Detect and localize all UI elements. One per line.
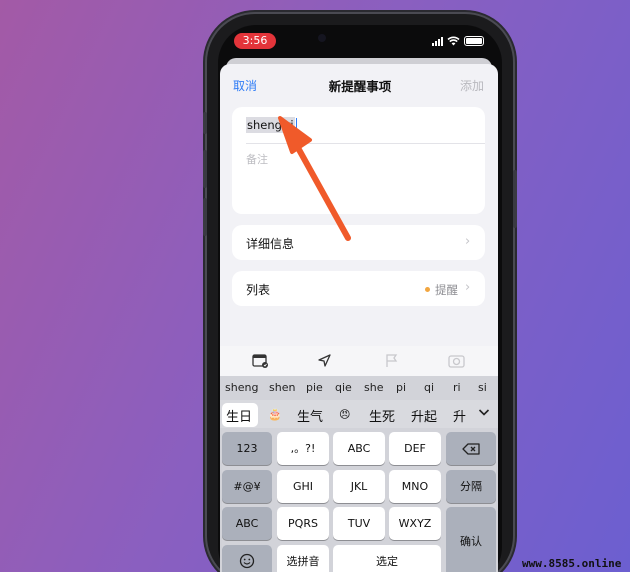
split-key[interactable]: 分隔 — [446, 470, 496, 503]
backspace-icon — [462, 443, 480, 455]
status-icons — [432, 36, 484, 46]
confirm-key[interactable]: 确认 — [446, 507, 496, 572]
mno-key[interactable]: MNO — [389, 470, 441, 503]
location-icon[interactable] — [317, 353, 332, 368]
pinyin-option[interactable]: qie — [335, 381, 352, 394]
mute-switch — [203, 112, 207, 134]
ghi-key[interactable]: GHI — [277, 470, 329, 503]
wifi-icon — [447, 36, 460, 46]
def-key[interactable]: DEF — [389, 432, 441, 465]
list-label: 列表 — [246, 283, 271, 297]
pinyin-option[interactable]: ri — [453, 381, 461, 394]
pinyin-option[interactable]: si — [478, 381, 487, 394]
chevron-down-icon[interactable] — [478, 408, 490, 417]
battery-icon — [464, 36, 484, 46]
chevron-right-icon: › — [465, 234, 471, 249]
list-color-dot — [425, 287, 430, 292]
candidate-emoji[interactable]: 😠 — [339, 408, 350, 421]
emoji-key[interactable] — [222, 545, 272, 572]
smiley-icon — [239, 553, 255, 569]
tuv-key[interactable]: TUV — [333, 507, 385, 540]
calendar-icon[interactable] — [252, 353, 269, 368]
numbers-key[interactable]: 123 — [222, 432, 272, 465]
abc-key[interactable]: ABC — [333, 432, 385, 465]
chevron-right-icon: › — [465, 280, 471, 295]
select-key[interactable]: 选定 — [333, 545, 441, 572]
candidate-emoji[interactable]: 🎂 — [268, 408, 282, 421]
wxyz-key[interactable]: WXYZ — [389, 507, 441, 540]
cancel-button[interactable]: 取消 — [233, 77, 257, 94]
pinyin-option[interactable]: she — [364, 381, 383, 394]
pinyin-option[interactable]: sheng — [225, 381, 258, 394]
candidate-word[interactable]: 生日 — [226, 406, 252, 425]
volume-up-button — [203, 150, 207, 188]
abc-switch-key[interactable]: ABC — [222, 507, 272, 540]
candidate-word[interactable]: 生死 — [369, 406, 395, 425]
candidate-word[interactable]: 升 — [453, 406, 466, 425]
jkl-key[interactable]: JKL — [333, 470, 385, 503]
front-camera — [318, 34, 326, 42]
choose-pinyin-key[interactable]: 选拼音 — [277, 545, 329, 572]
page-title: 新提醒事项 — [328, 79, 392, 94]
pinyin-option[interactable]: pie — [306, 381, 323, 394]
flag-icon[interactable] — [385, 353, 399, 368]
punctuation-key[interactable]: ,。?! — [277, 432, 329, 465]
pinyin-option[interactable]: pi — [396, 381, 406, 394]
annotation-arrow-icon — [278, 116, 351, 241]
pqrs-key[interactable]: PQRS — [277, 507, 329, 540]
notes-input[interactable]: 备注 — [246, 151, 268, 167]
pinyin-option[interactable]: shen — [269, 381, 295, 394]
cellular-signal-icon — [432, 36, 443, 46]
power-button — [513, 170, 517, 228]
watermark-text: www.8585.online — [522, 557, 622, 570]
candidate-word[interactable]: 生气 — [297, 406, 323, 425]
delete-key[interactable] — [446, 432, 496, 465]
pinyin-option[interactable]: qi — [424, 381, 434, 394]
symbols-key[interactable]: #@¥ — [222, 470, 272, 503]
candidate-word[interactable]: 升起 — [411, 406, 437, 425]
list-value: 提醒 — [435, 283, 458, 297]
camera-icon[interactable] — [448, 353, 465, 368]
volume-down-button — [203, 198, 207, 236]
add-button[interactable]: 添加 — [460, 77, 484, 94]
status-time: 3:56 — [234, 33, 276, 49]
